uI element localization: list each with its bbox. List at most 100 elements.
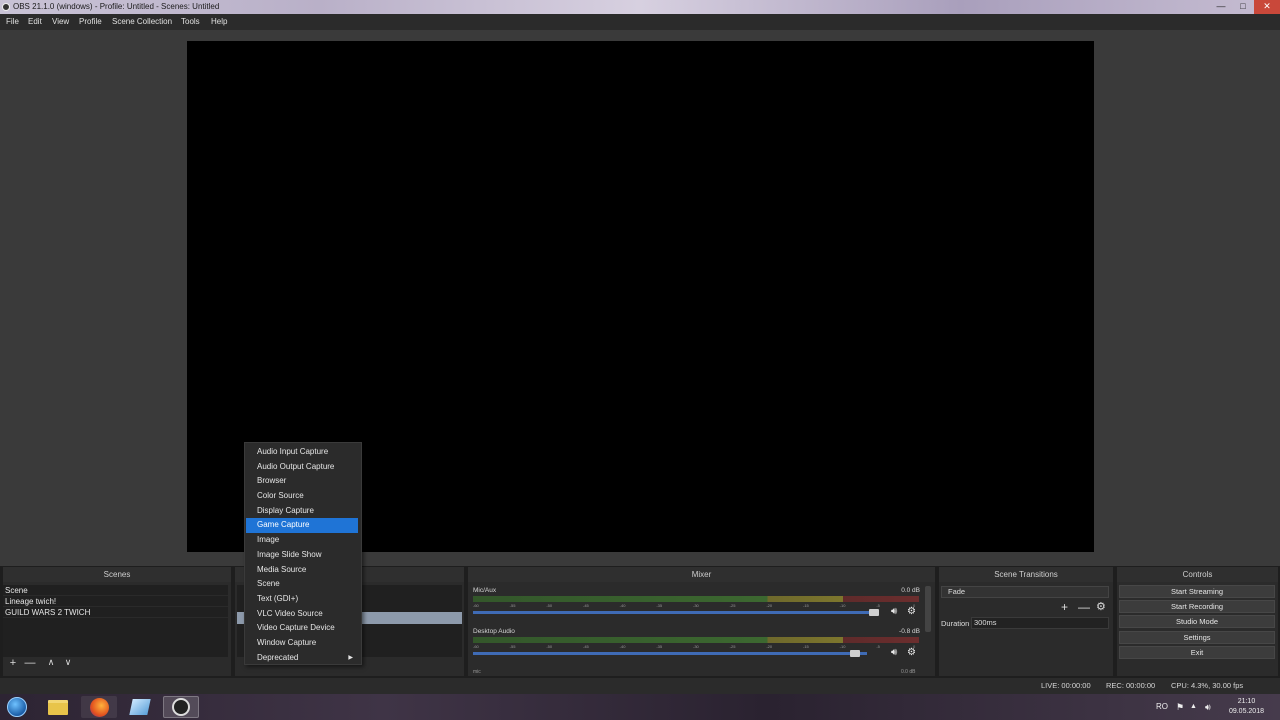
gear-icon[interactable]: ⚙	[907, 647, 916, 658]
window-titlebar: OBS 21.1.0 (windows) - Profile: Untitled…	[0, 0, 1280, 14]
menu-item-video-capture-device[interactable]: Video Capture Device	[245, 621, 361, 636]
mixer-scrollbar[interactable]	[925, 586, 931, 632]
exit-button[interactable]: Exit	[1119, 646, 1275, 659]
menu-item-scene[interactable]: Scene	[245, 577, 361, 592]
meter-tick-label: -35	[656, 644, 663, 649]
meter-tick-label: -10	[839, 603, 846, 608]
volume-slider[interactable]	[473, 609, 879, 616]
menu-profile[interactable]: Profile	[79, 14, 102, 30]
volume-tray-icon[interactable]: 🔊︎	[1205, 694, 1211, 720]
studio-mode-button[interactable]: Studio Mode	[1119, 615, 1275, 628]
meter-tick-label: -50	[546, 603, 553, 608]
windows-start-icon	[7, 697, 27, 717]
start-recording-button[interactable]: Start Recording	[1119, 600, 1275, 613]
transition-select[interactable]: Fade	[941, 586, 1109, 598]
menu-item-deprecated[interactable]: Deprecated ▶	[245, 651, 361, 666]
scene-item[interactable]: Scene	[3, 585, 228, 596]
cpu-fps: CPU: 4.3%, 30.00 fps	[1171, 681, 1244, 690]
windows-taskbar: RO ⚑ ▲ 🔊︎ 21:10 09.05.2018	[0, 694, 1280, 720]
meter-tick-label: -60	[473, 644, 479, 649]
clock-date: 09.05.2018	[1228, 708, 1264, 715]
system-clock[interactable]: 21:10 09.05.2018	[1229, 697, 1264, 717]
meter-tick-label: -10	[839, 644, 846, 649]
status-bar: LIVE: 00:00:00 REC: 00:00:00 CPU: 4.3%, …	[0, 678, 1280, 694]
menu-scene-collection[interactable]: Scene Collection	[112, 14, 172, 30]
meter-tick-label: -40	[619, 603, 626, 608]
meter-tick-label: -55	[509, 603, 516, 608]
mixer-channel-db: 0.0 dB	[901, 587, 920, 594]
mixer-channel-desktop-audio: Desktop Audio -0.8 dB -60 -55 -50 -45 -40 -35…	[473, 628, 921, 664]
submenu-arrow-icon: ▶	[348, 654, 353, 661]
meter-tick-label: -20	[766, 603, 773, 608]
add-scene-button[interactable]: +	[6, 657, 20, 669]
volume-meter	[473, 596, 919, 602]
menu-help[interactable]: Help	[211, 14, 227, 30]
transition-settings-gear-icon[interactable]: ⚙	[1096, 600, 1106, 613]
menu-item-color-source[interactable]: Color Source	[245, 489, 361, 504]
move-scene-down-button[interactable]: ∨	[61, 657, 75, 668]
add-transition-button[interactable]: +	[1061, 600, 1068, 614]
mixer-channel-db: -0.8 dB	[899, 628, 920, 635]
menu-item-text-gdi[interactable]: Text (GDI+)	[245, 592, 361, 607]
scene-item[interactable]: GUILD WARS 2 TWICH	[3, 607, 228, 618]
scenes-dock-title: Scenes	[3, 567, 231, 582]
speaker-icon[interactable]: 🔊︎	[891, 606, 897, 617]
menu-item-window-capture[interactable]: Window Capture	[245, 636, 361, 651]
meter-tick-label: -5	[876, 603, 880, 608]
meter-tick-label: -15	[803, 644, 809, 649]
maximize-button[interactable]: □	[1232, 0, 1254, 14]
mixer-channel-mic: Mic/Aux 0.0 dB -60 -55 -50 -45 -40 -35 -30 -25 -…	[473, 587, 921, 623]
menu-file[interactable]: File	[6, 14, 19, 30]
menu-item-game-capture[interactable]: Game Capture	[246, 518, 358, 534]
app-icon[interactable]	[122, 696, 158, 718]
obs-app-icon	[2, 3, 10, 11]
obs-taskbar-icon[interactable]	[163, 696, 199, 718]
mixer-channel-name: Desktop Audio	[473, 628, 515, 635]
menu-item-audio-input-capture[interactable]: Audio Input Capture	[245, 445, 361, 460]
meter-tick-label: -5	[876, 644, 880, 649]
menu-view[interactable]: View	[52, 14, 69, 30]
menu-edit[interactable]: Edit	[28, 14, 42, 30]
firefox-icon[interactable]	[81, 696, 117, 718]
duration-input[interactable]: 300ms	[971, 617, 1109, 629]
scenes-list[interactable]: Scene Lineage twich! GUILD WARS 2 TWICH	[3, 585, 228, 657]
meter-tick-label: -30	[693, 603, 699, 608]
remove-scene-button[interactable]: —	[23, 657, 37, 669]
flag-icon[interactable]: ⚑	[1176, 694, 1184, 720]
settings-button[interactable]: Settings	[1119, 631, 1275, 644]
close-button[interactable]: ✕	[1254, 0, 1280, 14]
menu-item-deprecated-label: Deprecated	[257, 652, 299, 662]
volume-slider[interactable]	[473, 650, 867, 657]
gear-icon[interactable]: ⚙	[907, 606, 916, 617]
meter-tick-label: -45	[583, 603, 589, 608]
menu-item-image[interactable]: Image	[245, 533, 361, 548]
meter-tick-label: -55	[509, 644, 516, 649]
window-title: OBS 21.1.0 (windows) - Profile: Untitled…	[13, 2, 220, 11]
menu-tools[interactable]: Tools	[181, 14, 200, 30]
menu-item-audio-output-capture[interactable]: Audio Output Capture	[245, 460, 361, 475]
remove-transition-button[interactable]: —	[1078, 600, 1090, 614]
file-explorer-icon[interactable]	[40, 696, 76, 718]
menu-bar: File Edit View Profile Scene Collection …	[0, 14, 1280, 30]
volume-slider-knob[interactable]	[869, 609, 879, 616]
controls-dock-title: Controls	[1117, 567, 1278, 582]
language-indicator[interactable]: RO	[1156, 694, 1168, 720]
meter-tick-label: -30	[693, 644, 699, 649]
meter-tick-label: -25	[729, 603, 736, 608]
move-scene-up-button[interactable]: ∧	[44, 657, 58, 668]
tray-expand-icon[interactable]: ▲	[1190, 694, 1197, 720]
menu-item-media-source[interactable]: Media Source	[245, 563, 361, 578]
menu-item-vlc-video-source[interactable]: VLC Video Source	[245, 607, 361, 622]
speaker-icon[interactable]: 🔊︎	[891, 647, 897, 658]
menu-item-display-capture[interactable]: Display Capture	[245, 504, 361, 519]
menu-item-image-slide-show[interactable]: Image Slide Show	[245, 548, 361, 563]
mixer-channel-db: 0.0 dB	[901, 669, 916, 675]
minimize-button[interactable]: —	[1210, 0, 1232, 14]
menu-item-browser[interactable]: Browser	[245, 474, 361, 489]
start-button[interactable]	[2, 696, 32, 718]
scene-item[interactable]: Lineage twich!	[3, 596, 228, 607]
start-streaming-button[interactable]: Start Streaming	[1119, 585, 1275, 598]
volume-slider-knob[interactable]	[850, 650, 861, 657]
mixer-dock-title: Mixer	[468, 567, 935, 582]
preview-workspace	[0, 30, 1280, 566]
